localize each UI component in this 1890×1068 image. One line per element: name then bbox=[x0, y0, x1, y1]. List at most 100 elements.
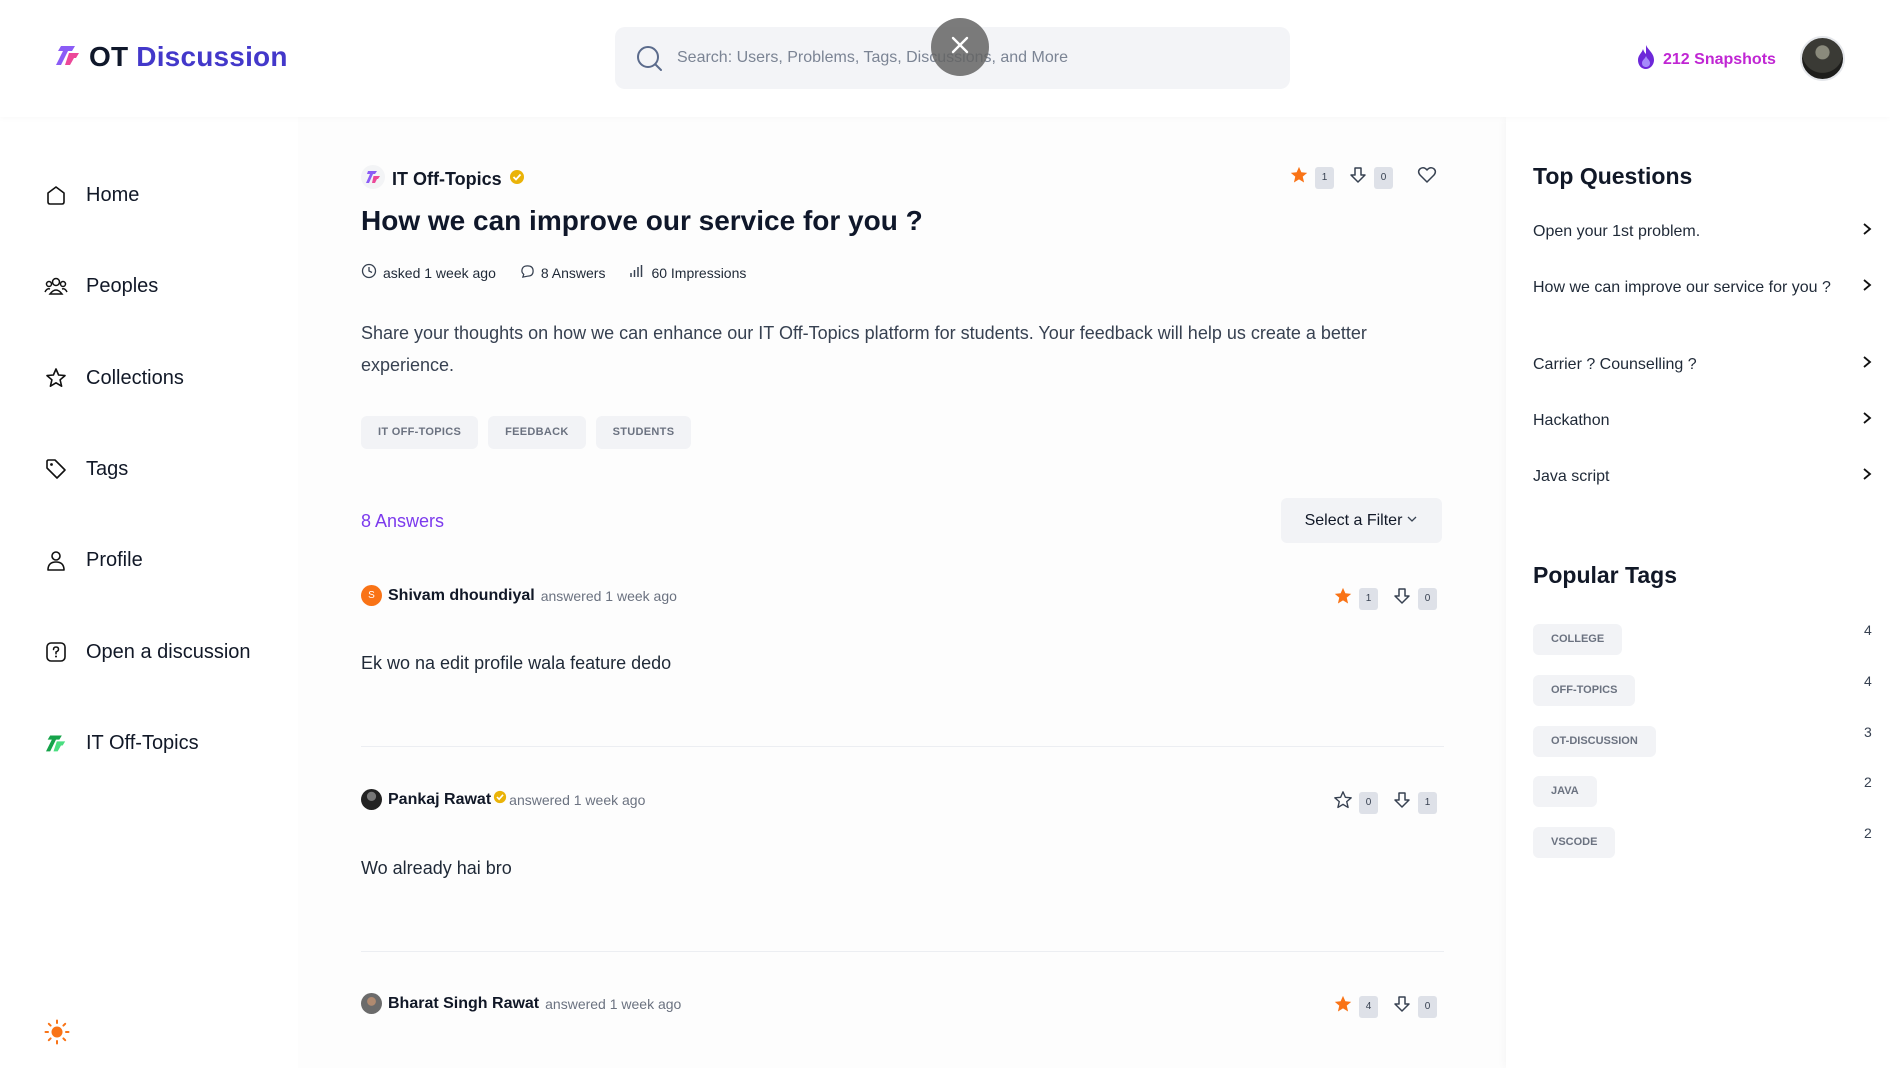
upvote-star-icon[interactable] bbox=[1333, 994, 1353, 1019]
search-icon bbox=[635, 44, 663, 77]
question-title: How we can improve our service for you ? bbox=[361, 205, 923, 236]
upvote-count: 0 bbox=[1359, 791, 1378, 814]
upvote-count: 1 bbox=[1359, 587, 1378, 610]
logo-text: OT Discussion bbox=[89, 41, 288, 73]
answer-divider bbox=[361, 746, 1444, 747]
verified-badge-icon bbox=[493, 790, 507, 809]
answer-votes: 1 0 bbox=[1333, 586, 1437, 611]
popular-tag-count: 2 bbox=[1864, 774, 1872, 790]
answer-author[interactable]: Pankaj Rawat bbox=[388, 791, 491, 809]
answer-time: answered 1 week ago bbox=[545, 995, 682, 1012]
top-question-item[interactable]: Hackathon bbox=[1533, 411, 1873, 430]
sidebar-item-profile[interactable]: Profile bbox=[44, 548, 143, 572]
snapshots-counter[interactable]: 212 Snapshots bbox=[1635, 44, 1776, 75]
downvote-arrow-icon[interactable] bbox=[1392, 994, 1412, 1019]
downvote-count: 0 bbox=[1418, 587, 1437, 610]
filter-label: Select a Filter bbox=[1304, 511, 1403, 529]
asked-time: asked 1 week ago bbox=[361, 263, 496, 282]
top-question-item[interactable]: Java script bbox=[1533, 467, 1873, 486]
community-logo-icon bbox=[44, 731, 68, 755]
popular-tag-chip[interactable]: COLLEGE bbox=[1533, 624, 1623, 655]
popular-tag-count: 3 bbox=[1864, 724, 1872, 740]
popular-tag-chip[interactable]: JAVA bbox=[1533, 776, 1597, 807]
close-search-button[interactable] bbox=[931, 18, 989, 76]
answer-body: Wo already hai bro bbox=[361, 858, 512, 878]
sidebar-item-collections[interactable]: Collections bbox=[44, 366, 184, 390]
downvote-arrow-icon[interactable] bbox=[1392, 586, 1412, 611]
app-logo[interactable]: OT Discussion bbox=[55, 41, 288, 73]
answer-body: Ek wo na edit profile wala feature dedo bbox=[361, 653, 672, 673]
question-meta: asked 1 week ago 8 Answers 60 Impression… bbox=[361, 263, 746, 282]
favorite-heart-icon[interactable] bbox=[1417, 165, 1437, 190]
avatar[interactable] bbox=[361, 789, 382, 810]
answer-time: answered 1 week ago bbox=[540, 587, 677, 604]
chevron-right-icon bbox=[1861, 222, 1873, 241]
answer-author[interactable]: Bharat Singh Rawat bbox=[388, 995, 539, 1013]
verified-badge-icon bbox=[509, 169, 525, 190]
right-sidebar: Top Questions Open your 1st problem. How… bbox=[1506, 117, 1890, 1068]
top-question-label: Open your 1st problem. bbox=[1533, 223, 1701, 240]
tag-icon bbox=[44, 457, 68, 481]
chevron-right-icon bbox=[1861, 278, 1873, 297]
upvote-star-icon[interactable] bbox=[1333, 790, 1353, 815]
popular-tag-chip[interactable]: OT-DISCUSSION bbox=[1533, 726, 1656, 757]
community-name: IT Off-Topics bbox=[392, 169, 502, 189]
chevron-right-icon bbox=[1861, 467, 1873, 486]
avatar[interactable] bbox=[361, 993, 382, 1014]
answer-filter-select[interactable]: Select a Filter bbox=[1281, 498, 1442, 543]
upvote-count: 4 bbox=[1359, 995, 1378, 1018]
user-avatar[interactable] bbox=[1800, 36, 1845, 81]
sidebar-item-it-off-topics[interactable]: IT Off-Topics bbox=[44, 731, 199, 755]
chevron-right-icon bbox=[1861, 411, 1873, 430]
community-logo-icon bbox=[361, 165, 385, 194]
left-sidebar: Home Peoples Collections Tags Profile Op… bbox=[0, 117, 298, 1068]
sidebar-item-label: IT Off-Topics bbox=[86, 731, 199, 754]
sidebar-item-tags[interactable]: Tags bbox=[44, 457, 128, 481]
answers-meta: 8 Answers bbox=[520, 264, 605, 282]
sidebar-item-peoples[interactable]: Peoples bbox=[44, 274, 158, 298]
community-link[interactable]: IT Off-Topics bbox=[361, 165, 525, 194]
answer-divider bbox=[361, 951, 1444, 952]
top-header: OT Discussion 212 Snapshots bbox=[0, 0, 1890, 117]
top-questions-title: Top Questions bbox=[1533, 163, 1693, 189]
sidebar-item-label: Collections bbox=[86, 366, 184, 389]
top-question-item[interactable]: Carrier ? Counselling ? bbox=[1533, 355, 1873, 374]
popular-tag-chip[interactable]: OFF-TOPICS bbox=[1533, 675, 1636, 706]
sidebar-item-label: Profile bbox=[86, 548, 143, 571]
clock-icon bbox=[361, 263, 377, 282]
upvote-star-icon[interactable] bbox=[1333, 586, 1353, 611]
answer-author[interactable]: Shivam dhoundiyal bbox=[388, 587, 535, 605]
popular-tag-count: 4 bbox=[1864, 622, 1872, 638]
tag-chip[interactable]: FEEDBACK bbox=[488, 416, 586, 449]
popular-tag-chip[interactable]: VSCODE bbox=[1533, 827, 1616, 858]
question-icon bbox=[44, 640, 68, 664]
question-detail: IT Off-Topics 1 0 How we can improve our… bbox=[298, 117, 1506, 1068]
downvote-count: 0 bbox=[1374, 166, 1393, 189]
downvote-arrow-icon[interactable] bbox=[1348, 165, 1368, 190]
top-question-item[interactable]: Open your 1st problem. bbox=[1533, 222, 1873, 241]
tag-chip[interactable]: IT OFF-TOPICS bbox=[361, 416, 479, 449]
answer-time: answered 1 week ago bbox=[509, 791, 646, 808]
answer-header: Pankaj Rawat answered 1 week ago bbox=[361, 789, 645, 810]
tag-chip[interactable]: STUDENTS bbox=[595, 416, 692, 449]
downvote-arrow-icon[interactable] bbox=[1392, 790, 1412, 815]
top-question-label: Hackathon bbox=[1533, 412, 1610, 429]
star-icon bbox=[44, 366, 68, 390]
asked-label: asked 1 week ago bbox=[383, 264, 496, 281]
answer-header: S Shivam dhoundiyal answered 1 week ago bbox=[361, 585, 677, 606]
logo-discussion: Discussion bbox=[136, 41, 288, 72]
sidebar-item-home[interactable]: Home bbox=[44, 183, 139, 207]
sidebar-item-label: Peoples bbox=[86, 274, 159, 297]
upvote-star-icon[interactable] bbox=[1289, 165, 1309, 190]
comment-icon bbox=[520, 264, 535, 282]
question-votes: 1 0 bbox=[1289, 165, 1437, 190]
impressions-meta: 60 Impressions bbox=[629, 263, 746, 282]
answer-votes: 0 1 bbox=[1333, 790, 1437, 815]
top-question-item[interactable]: How we can improve our service for you ? bbox=[1533, 278, 1873, 297]
sidebar-item-label: Tags bbox=[86, 457, 129, 480]
sidebar-item-open-discussion[interactable]: Open a discussion bbox=[44, 640, 251, 664]
top-question-label: Carrier ? Counselling ? bbox=[1533, 356, 1697, 373]
avatar[interactable]: S bbox=[361, 585, 382, 606]
theme-toggle-sun-icon[interactable] bbox=[44, 1019, 70, 1050]
answer-header: Bharat Singh Rawat answered 1 week ago bbox=[361, 993, 681, 1014]
